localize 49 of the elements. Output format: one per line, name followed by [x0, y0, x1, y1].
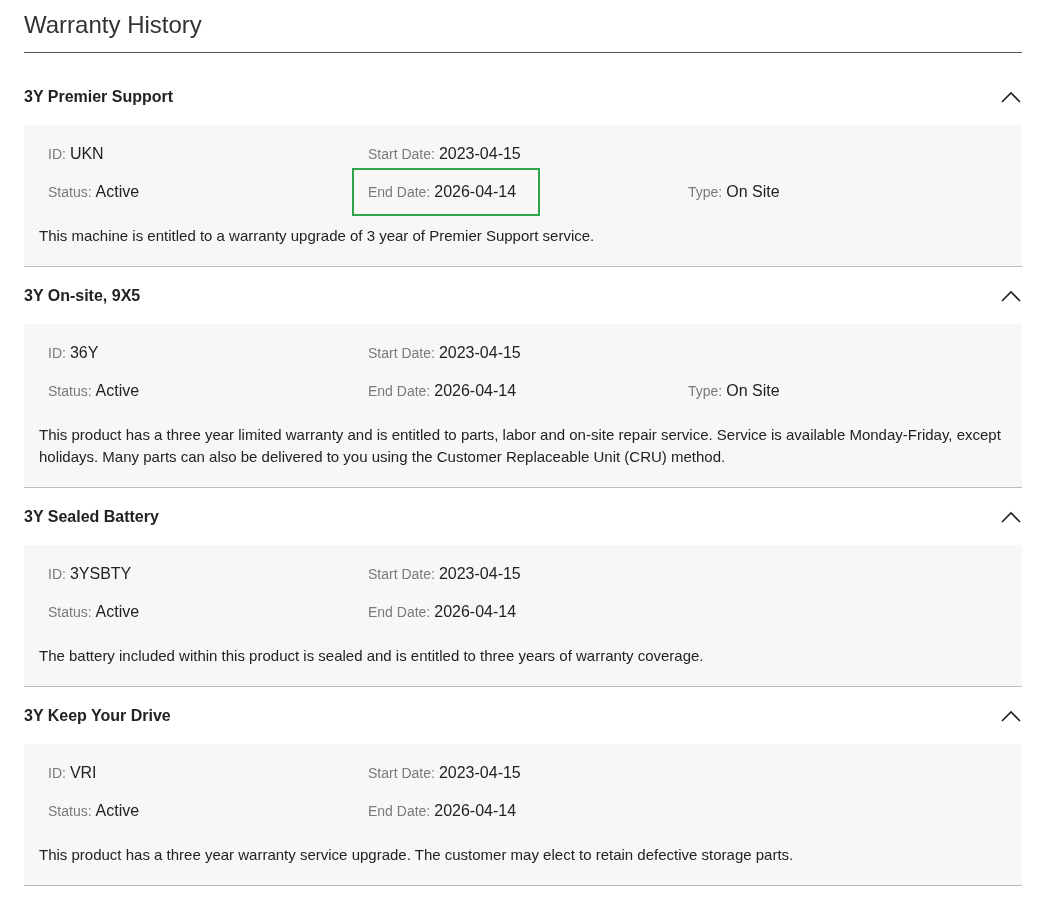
field-label: Start Date: — [368, 564, 435, 584]
field-value: UKN — [69, 144, 104, 164]
field-label: ID: — [48, 763, 66, 783]
field-label: End Date: — [368, 602, 431, 622]
field-label: End Date: — [368, 801, 431, 821]
field-value: Active — [95, 381, 140, 401]
field-value: Active — [95, 602, 140, 622]
section-header[interactable]: 3Y On-site, 9X5 — [24, 267, 1022, 324]
field-value: Active — [95, 182, 140, 202]
field-value: 2026-04-14 — [434, 801, 517, 821]
field-label: Start Date: — [368, 343, 435, 363]
field-label: Start Date: — [368, 763, 435, 783]
description: This machine is entitled to a warranty upgrade of 3 year of Premier Support service. — [39, 226, 596, 246]
field-value: 2023-04-15 — [438, 144, 521, 164]
field-label: ID: — [48, 564, 66, 584]
description: This product has a three year limited warranty and is entitled to parts, labor and on-site repair service. Service is available Monday-Friday, except holidays. Many parts can also be delivered to you using the Customer Replaceable Unit (CRU) method. — [39, 425, 1002, 467]
field-value: On Site — [726, 182, 780, 202]
field-label: End Date: — [368, 381, 431, 401]
chevron-up-icon — [1001, 709, 1021, 722]
field-label: End Date: — [368, 182, 431, 202]
field-label: Status: — [48, 381, 92, 401]
field-value: 2026-04-14 — [434, 381, 517, 401]
section-header[interactable]: 3Y Keep Your Drive — [24, 687, 1022, 744]
chevron-up-icon — [1001, 510, 1021, 523]
field-value: 36Y — [69, 343, 99, 363]
field-value: 2026-04-14 — [434, 602, 517, 622]
field-value: On Site — [726, 381, 780, 401]
field-label: Status: — [48, 602, 92, 622]
field-value: Active — [95, 801, 140, 821]
field-value: VRI — [69, 763, 97, 783]
field-value: 2023-04-15 — [438, 564, 521, 584]
field-value: 3YSBTY — [69, 564, 132, 584]
field-label: Status: — [48, 182, 92, 202]
field-label: Type: — [688, 182, 723, 202]
field-value: 2023-04-15 — [438, 343, 521, 363]
field-label: Type: — [688, 381, 723, 401]
page-title: Warranty History — [24, 0, 1022, 53]
chevron-up-icon — [1001, 90, 1021, 103]
field-value: 2026-04-14 — [434, 182, 517, 202]
description: The battery included within this product is sealed and is entitled to three years of warranty coverage. — [39, 646, 705, 666]
field-label: Start Date: — [368, 144, 435, 164]
description: This product has a three year warranty service upgrade. The customer may elect to retain defective storage parts. — [39, 845, 795, 865]
field-value: 2023-04-15 — [438, 763, 521, 783]
chevron-up-icon — [1001, 289, 1021, 302]
section-header[interactable]: 3Y Sealed Battery — [24, 488, 1022, 545]
field-label: ID: — [48, 144, 66, 164]
section-header[interactable]: 3Y Premier Support — [24, 68, 1022, 125]
field-label: ID: — [48, 343, 66, 363]
field-label: Status: — [48, 801, 92, 821]
